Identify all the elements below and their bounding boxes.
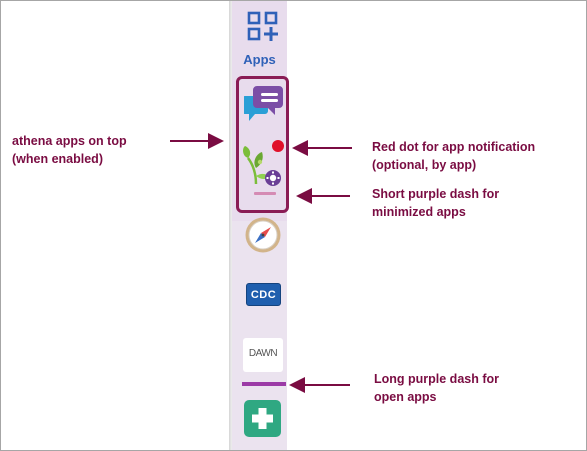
annotation-line: athena apps on top [12, 134, 127, 148]
annotation-line: Long purple dash for [374, 372, 499, 386]
annotation-red-dot: Red dot for app notification (optional, … [372, 138, 535, 174]
annotation-short-dash: Short purple dash for minimized apps [372, 185, 499, 221]
annotation-line: (optional, by app) [372, 158, 477, 172]
annotation-line: minimized apps [372, 205, 466, 219]
annotation-athena-apps: athena apps on top (when enabled) [12, 132, 127, 168]
annotation-line: Red dot for app notification [372, 140, 536, 154]
annotation-line: open apps [374, 390, 437, 404]
annotation-line: Short purple dash for [372, 187, 500, 201]
annotation-line: (when enabled) [12, 152, 103, 166]
annotation-long-dash: Long purple dash for open apps [374, 370, 499, 406]
